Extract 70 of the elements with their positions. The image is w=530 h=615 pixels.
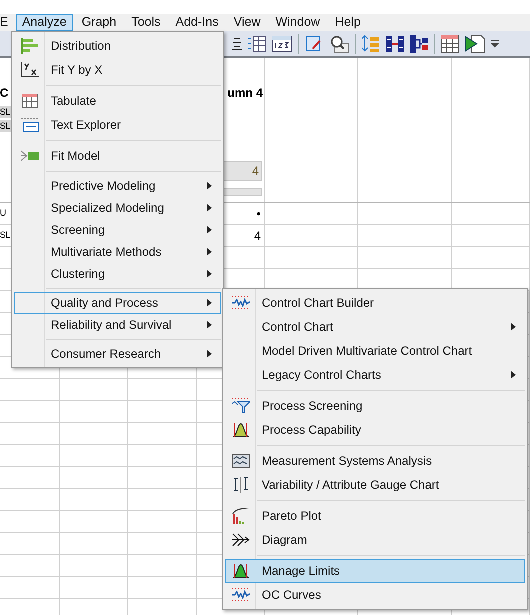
gauge-panel-icon (232, 454, 250, 468)
menu-bar-item[interactable]: Tools (126, 14, 167, 31)
gauge-bars-icon (232, 477, 250, 493)
tree-icon[interactable] (410, 34, 428, 52)
menu-item[interactable]: Specialized Modeling (14, 197, 221, 219)
table-cell-text: SL (0, 228, 10, 242)
menu-item[interactable]: OC Curves (225, 583, 525, 607)
run-script-icon[interactable] (465, 34, 485, 52)
menu-item[interactable]: Model Driven Multivariate Control Chart (225, 339, 525, 363)
control-chart-icon (232, 296, 250, 310)
numeric-table-icon[interactable] (272, 36, 292, 52)
axes-icon (21, 62, 39, 78)
submenu-arrow-icon (207, 226, 212, 234)
bar-chart-icon (21, 38, 39, 54)
grid-list-icon[interactable] (248, 36, 266, 52)
menu-item[interactable]: Consumer Research (14, 343, 221, 365)
text-document-icon (21, 118, 39, 132)
funnel-icon (232, 398, 250, 414)
table-cell-text: U (0, 206, 6, 220)
menu-item[interactable]: Control Chart (225, 315, 525, 339)
menu-item[interactable]: Variability / Attribute Gauge Chart (225, 473, 525, 497)
menu-item[interactable]: Fit Y by X (14, 58, 221, 82)
menu-bar-item[interactable]: Analyze (16, 14, 73, 31)
menu-item[interactable]: Screening (14, 219, 221, 241)
sort-icon[interactable] (362, 34, 380, 52)
table-icon[interactable] (441, 34, 459, 52)
table-cell-text: 4 (254, 228, 261, 244)
menu-item[interactable]: Distribution (14, 34, 221, 58)
menu-item[interactable]: Multivariate Methods (14, 241, 221, 263)
submenu-arrow-icon (207, 321, 212, 329)
column-header: umn 4 (228, 85, 263, 102)
bell-curve-icon (232, 422, 250, 438)
menu-item[interactable]: Diagram (225, 528, 525, 552)
submenu-arrow-icon (207, 182, 212, 190)
table-icon (22, 94, 38, 108)
menu-item[interactable]: Legacy Control Charts (225, 363, 525, 387)
control-chart-icon (232, 588, 250, 602)
table-cell-text: • (256, 206, 261, 222)
menu-item[interactable]: Clustering (14, 263, 221, 285)
model-arrow-icon (21, 150, 39, 162)
submenu-arrow-icon (511, 371, 516, 379)
menu-item[interactable]: Pareto Plot (225, 504, 525, 528)
submenu-arrow-icon (207, 350, 212, 358)
menu-bar-item[interactable]: Window (270, 14, 326, 31)
submenu-arrow-icon (207, 204, 212, 212)
stacked-lines-icon[interactable] (232, 36, 242, 50)
menu-item[interactable]: Reliability and Survival (14, 314, 221, 336)
submenu-arrow-icon (207, 270, 212, 278)
menu-bar-item[interactable]: Add-Ins (170, 14, 225, 31)
submenu-arrow-icon (207, 248, 212, 256)
join-columns-icon[interactable] (386, 36, 404, 52)
edit-document-icon[interactable] (305, 34, 323, 52)
submenu-arrow-icon (511, 323, 516, 331)
menu-item[interactable]: Manage Limits (225, 559, 525, 583)
pareto-icon (232, 508, 250, 524)
menu-bar-item[interactable]: E (0, 14, 14, 31)
column-header: C (0, 85, 9, 102)
overflow-chevron-icon[interactable] (491, 40, 499, 48)
menu-bar-item[interactable]: View (228, 14, 267, 31)
menu-item[interactable]: Process Capability (225, 418, 525, 442)
fishbone-icon (232, 533, 250, 547)
bell-curve-icon (232, 563, 250, 579)
menu-item[interactable]: Measurement Systems Analysis (225, 449, 525, 473)
submenu-arrow-icon (207, 299, 212, 307)
menu-item[interactable]: Process Screening (225, 394, 525, 418)
menu-bar-item[interactable]: Graph (76, 14, 123, 31)
menu-bar-item[interactable]: Help (329, 14, 367, 31)
menu-item[interactable]: Control Chart Builder (225, 291, 525, 315)
search-table-icon[interactable] (329, 34, 349, 52)
menu-item[interactable]: Quality and Process (14, 292, 221, 314)
